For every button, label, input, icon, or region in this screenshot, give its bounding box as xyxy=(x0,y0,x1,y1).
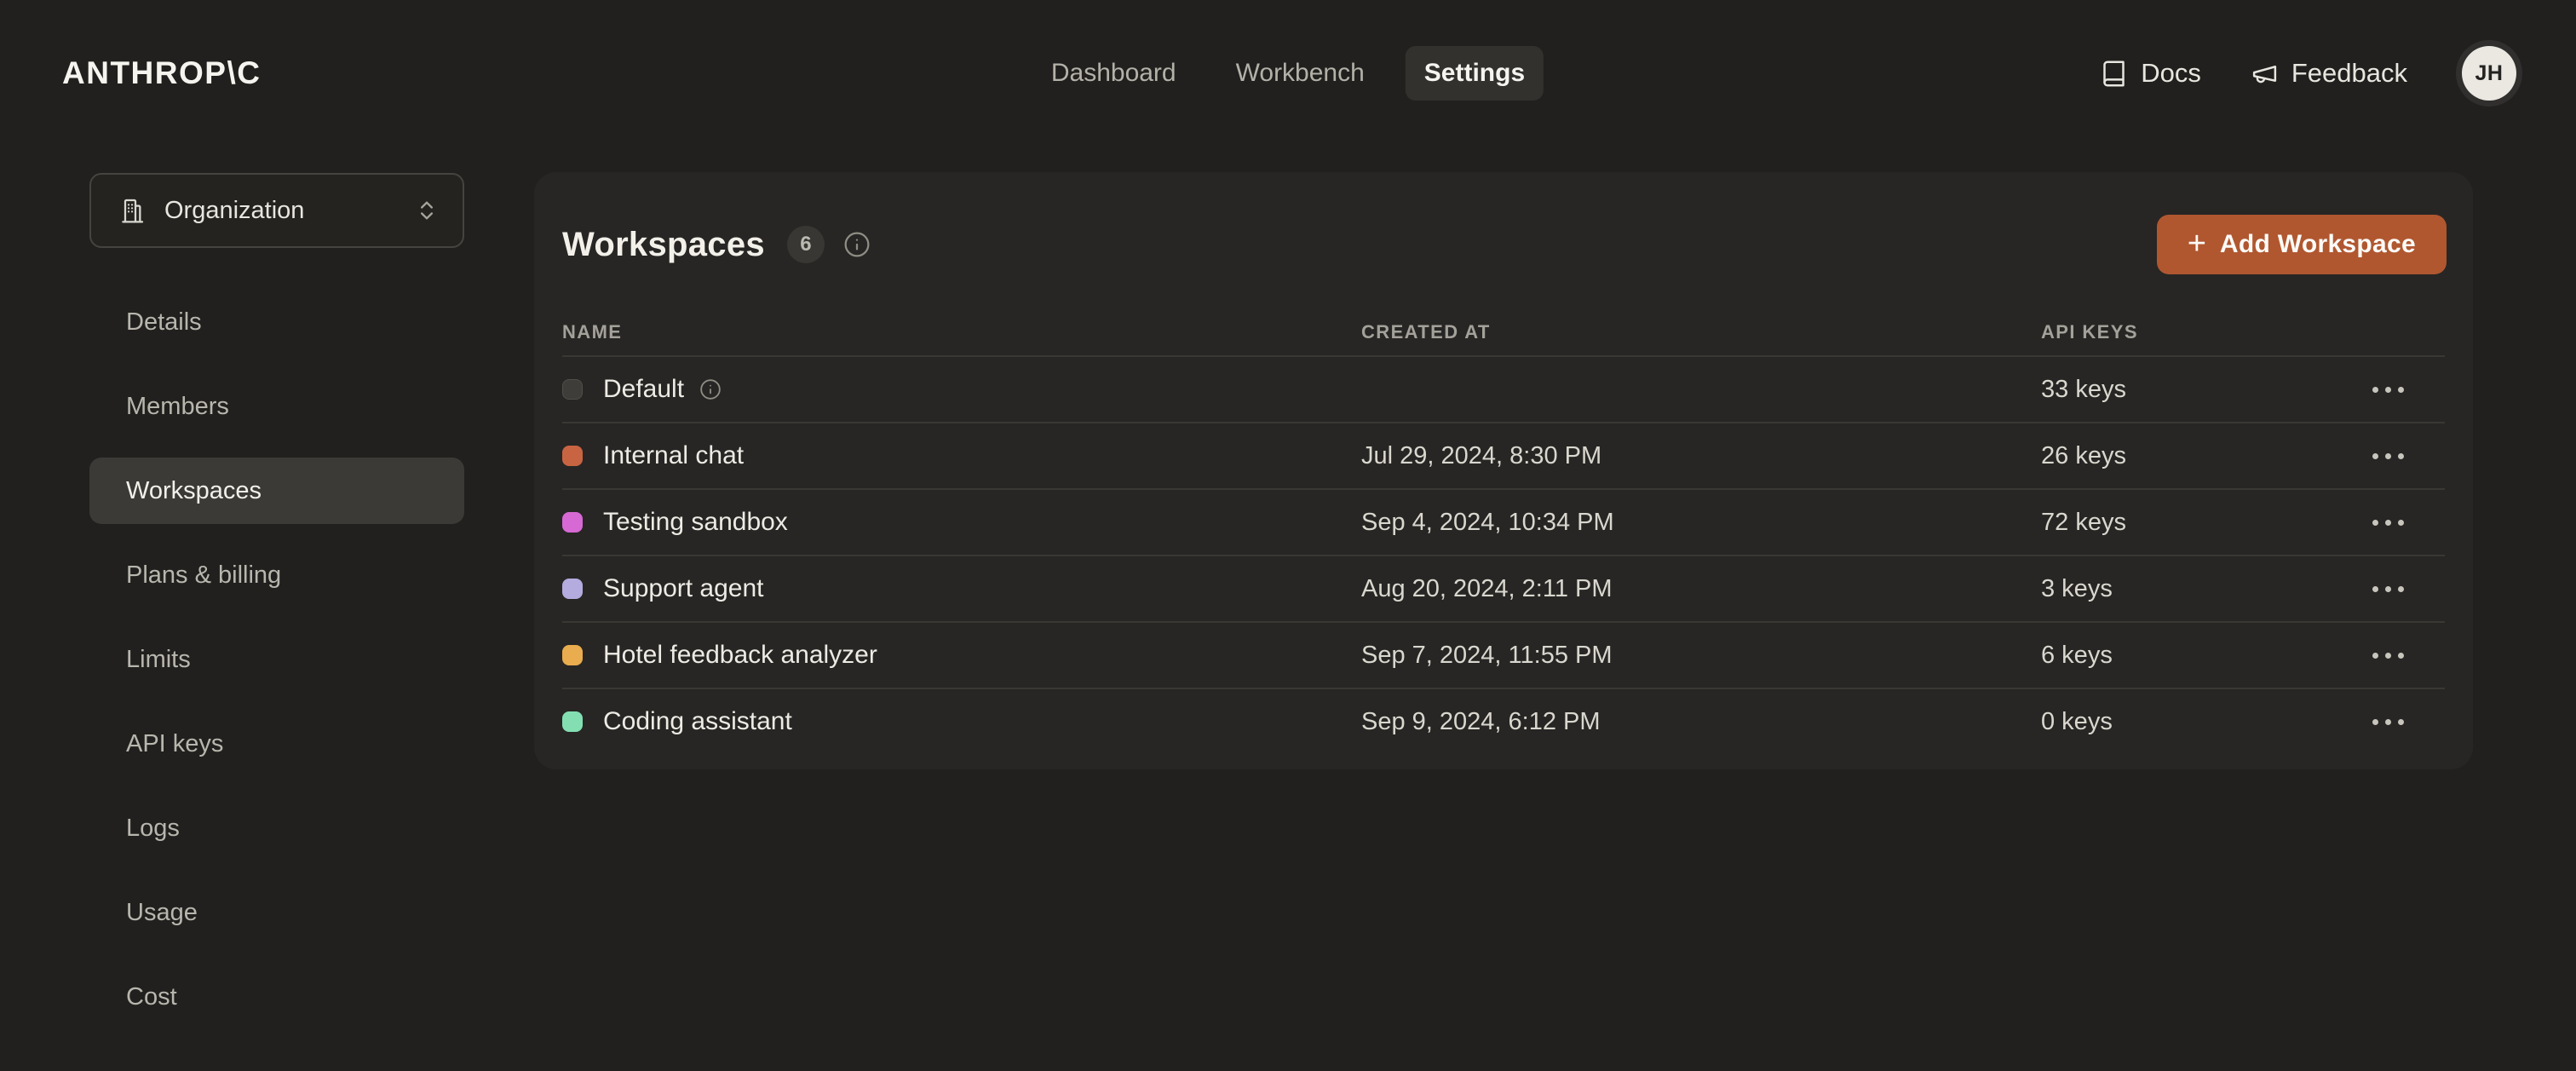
table-row-default[interactable]: Default 33 keys xyxy=(562,355,2445,422)
sidebar-item-usage[interactable]: Usage xyxy=(89,879,464,946)
workspace-created-at: Sep 4, 2024, 10:34 PM xyxy=(1361,509,2041,537)
row-actions-menu-button[interactable] xyxy=(2364,707,2412,737)
column-header-created-at: CREATED AT xyxy=(1361,321,2041,343)
workspace-color-swatch xyxy=(562,512,583,533)
feedback-label: Feedback xyxy=(2291,58,2407,89)
docs-link[interactable]: Docs xyxy=(2100,58,2201,89)
megaphone-icon xyxy=(2251,60,2279,88)
row-actions-menu-button[interactable] xyxy=(2364,641,2412,671)
info-icon xyxy=(843,231,871,258)
feedback-link[interactable]: Feedback xyxy=(2251,58,2407,89)
workspace-name: Internal chat xyxy=(603,441,744,470)
workspaces-header: Workspaces 6 + Add Workspace xyxy=(534,172,2473,308)
nav-settings[interactable]: Settings xyxy=(1406,46,1544,101)
workspace-api-keys: 3 keys xyxy=(2041,575,2331,603)
organization-selector[interactable]: Organization xyxy=(89,173,464,248)
workspaces-panel: Workspaces 6 + Add Workspace NAME CREATE… xyxy=(534,172,2473,769)
docs-label: Docs xyxy=(2141,58,2201,89)
topbar-right-cluster: Docs Feedback JH xyxy=(2100,46,2516,101)
workspace-api-keys: 6 keys xyxy=(2041,642,2331,670)
nav-workbench[interactable]: Workbench xyxy=(1217,46,1383,101)
nav-dashboard[interactable]: Dashboard xyxy=(1032,46,1195,101)
top-navigation-bar: ANTHROP\C Dashboard Workbench Settings D… xyxy=(0,0,2576,147)
sidebar-item-limits[interactable]: Limits xyxy=(89,626,464,693)
workspace-color-swatch xyxy=(562,711,583,732)
sidebar-item-workspaces[interactable]: Workspaces xyxy=(89,458,464,524)
plus-icon: + xyxy=(2188,227,2206,260)
workspace-name: Default xyxy=(603,375,684,404)
workspace-name: Coding assistant xyxy=(603,707,792,736)
row-actions-menu-button[interactable] xyxy=(2364,508,2412,538)
chevron-up-down-icon xyxy=(415,199,439,222)
row-actions-menu-button[interactable] xyxy=(2364,574,2412,604)
row-actions-menu-button[interactable] xyxy=(2364,441,2412,471)
workspace-color-swatch xyxy=(562,446,583,466)
sidebar-item-details[interactable]: Details xyxy=(89,289,464,355)
sidebar-item-api-keys[interactable]: API keys xyxy=(89,711,464,777)
organization-label: Organization xyxy=(164,197,415,225)
workspace-color-swatch xyxy=(562,579,583,599)
sidebar-menu: Details Members Workspaces Plans & billi… xyxy=(89,289,464,1048)
workspace-color-swatch xyxy=(562,379,583,400)
workspace-created-at: Sep 7, 2024, 11:55 PM xyxy=(1361,642,2041,670)
workspaces-table: NAME CREATED AT API KEYS Default 33 keys xyxy=(562,308,2445,754)
workspace-name: Testing sandbox xyxy=(603,508,788,537)
column-header-name: NAME xyxy=(562,321,1361,343)
table-row-hotel-feedback-analyzer[interactable]: Hotel feedback analyzer Sep 7, 2024, 11:… xyxy=(562,621,2445,688)
workspace-api-keys: 33 keys xyxy=(2041,376,2331,404)
workspace-api-keys: 0 keys xyxy=(2041,708,2331,736)
settings-sidebar: Organization Details Members Workspaces … xyxy=(0,147,511,1071)
column-header-api-keys: API KEYS xyxy=(2041,321,2331,343)
workspace-api-keys: 26 keys xyxy=(2041,442,2331,470)
workspace-color-swatch xyxy=(562,645,583,665)
default-info-trigger[interactable] xyxy=(699,378,722,400)
sidebar-item-logs[interactable]: Logs xyxy=(89,795,464,861)
workspace-created-at: Jul 29, 2024, 8:30 PM xyxy=(1361,442,2041,470)
book-icon xyxy=(2100,60,2128,88)
workspace-name: Hotel feedback analyzer xyxy=(603,641,877,670)
table-row-internal-chat[interactable]: Internal chat Jul 29, 2024, 8:30 PM 26 k… xyxy=(562,422,2445,488)
workspace-created-at: Aug 20, 2024, 2:11 PM xyxy=(1361,575,2041,603)
page-title: Workspaces xyxy=(562,226,765,264)
building-icon xyxy=(118,197,146,224)
add-workspace-button[interactable]: + Add Workspace xyxy=(2157,215,2447,274)
row-actions-menu-button[interactable] xyxy=(2364,375,2412,405)
workspaces-info-trigger[interactable] xyxy=(843,231,871,258)
table-row-coding-assistant[interactable]: Coding assistant Sep 9, 2024, 6:12 PM 0 … xyxy=(562,688,2445,754)
add-workspace-label: Add Workspace xyxy=(2220,230,2416,259)
table-row-support-agent[interactable]: Support agent Aug 20, 2024, 2:11 PM 3 ke… xyxy=(562,555,2445,621)
info-icon xyxy=(699,378,722,400)
anthropic-logo: ANTHROP\C xyxy=(62,55,261,91)
table-row-testing-sandbox[interactable]: Testing sandbox Sep 4, 2024, 10:34 PM 72… xyxy=(562,488,2445,555)
table-header-row: NAME CREATED AT API KEYS xyxy=(562,308,2445,355)
workspace-created-at: Sep 9, 2024, 6:12 PM xyxy=(1361,708,2041,736)
sidebar-item-plans-billing[interactable]: Plans & billing xyxy=(89,542,464,608)
primary-nav: Dashboard Workbench Settings xyxy=(1032,46,1544,101)
workspace-api-keys: 72 keys xyxy=(2041,509,2331,537)
workspace-name: Support agent xyxy=(603,574,763,603)
sidebar-item-members[interactable]: Members xyxy=(89,373,464,440)
user-avatar[interactable]: JH xyxy=(2462,46,2516,101)
workspace-count-badge: 6 xyxy=(787,226,825,263)
sidebar-item-cost[interactable]: Cost xyxy=(89,964,464,1030)
